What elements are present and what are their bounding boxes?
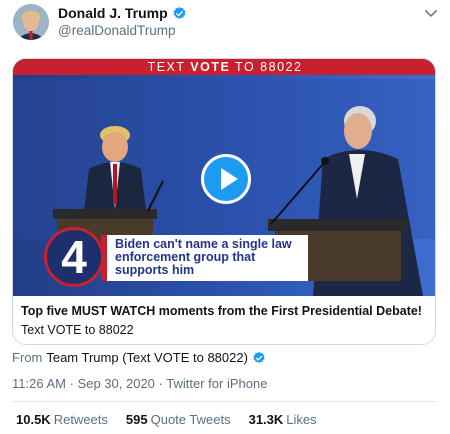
source-prefix: From xyxy=(12,350,43,365)
overlay-caption: Biden can't name a single law enforcemen… xyxy=(101,235,308,281)
tweet-date[interactable]: Sep 30, 2020 xyxy=(78,376,155,391)
media-card[interactable]: TEXT VOTE TO 88022 4 Biden can't name a … xyxy=(12,58,436,345)
tweet-time[interactable]: 11:26 AM xyxy=(12,376,66,391)
likes-count: 31.3K xyxy=(248,412,284,427)
overlay-number: 4 xyxy=(44,227,104,287)
avatar[interactable] xyxy=(13,4,49,40)
meta-separator: · xyxy=(69,376,74,391)
verified-badge-icon xyxy=(173,6,186,19)
play-button[interactable] xyxy=(201,154,251,204)
video-banner: TEXT VOTE TO 88022 xyxy=(13,59,435,75)
card-text[interactable]: Top five MUST WATCH moments from the Fir… xyxy=(13,296,435,344)
meta-separator: · xyxy=(158,376,163,391)
quote-tweets-stat[interactable]: 595 Quote Tweets xyxy=(126,412,231,427)
likes-stat[interactable]: 31.3K Likes xyxy=(249,412,317,427)
source-link[interactable]: Team Trump (Text VOTE to 88022) xyxy=(46,350,248,365)
retweets-count: 10.5K xyxy=(16,412,51,427)
card-subtitle: Text VOTE to 88022 xyxy=(21,323,134,337)
author-name[interactable]: Donald J. Trump xyxy=(58,5,168,21)
verified-badge-icon xyxy=(253,351,265,363)
banner-suffix: TO 88022 xyxy=(230,60,303,74)
author-name-row: Donald J. Trump xyxy=(58,5,187,21)
retweets-label: Retweets xyxy=(53,412,108,427)
avatar-image xyxy=(13,4,49,40)
tweet-meta: 11:26 AM · Sep 30, 2020 · Twitter for iP… xyxy=(12,376,267,391)
banner-prefix: TEXT xyxy=(147,60,191,74)
tweet-stats: 10.5K Retweets 595 Quote Tweets 31.3K Likes xyxy=(16,412,317,427)
card-title: Top five MUST WATCH moments from the Fir… xyxy=(21,304,422,318)
quotes-count: 595 xyxy=(125,412,148,427)
likes-label: Likes xyxy=(286,412,317,427)
tweet-client[interactable]: Twitter for iPhone xyxy=(166,376,267,391)
chevron-down-icon[interactable] xyxy=(422,4,440,22)
retweets-stat[interactable]: 10.5K Retweets xyxy=(16,412,108,427)
tweet-header: Donald J. Trump @realDonaldTrump xyxy=(0,0,450,56)
quotes-label: Quote Tweets xyxy=(150,412,231,427)
video-player[interactable]: TEXT VOTE TO 88022 4 Biden can't name a … xyxy=(13,59,435,296)
author-handle[interactable]: @realDonaldTrump xyxy=(58,23,176,38)
source-line: From Team Trump (Text VOTE to 88022) xyxy=(12,350,266,365)
play-icon xyxy=(221,168,238,190)
divider xyxy=(12,401,438,402)
banner-keyword: VOTE xyxy=(190,60,231,74)
